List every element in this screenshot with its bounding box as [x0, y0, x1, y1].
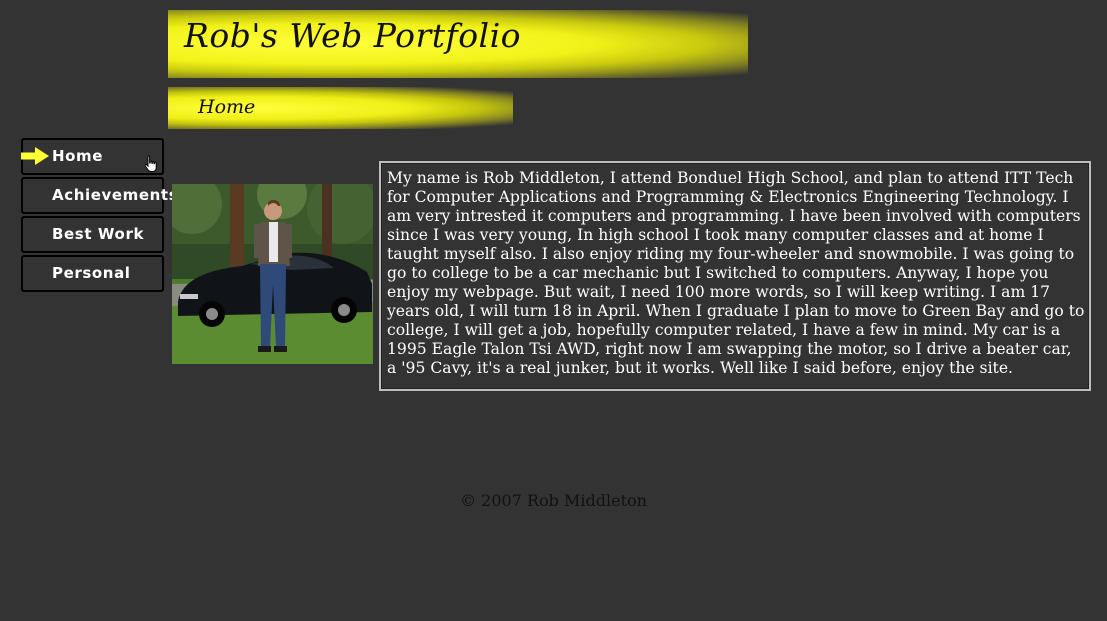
page-heading: Home — [198, 96, 256, 118]
copyright-footer: © 2007 Rob Middleton — [460, 491, 647, 510]
bio-box: My name is Rob Middleton, I attend Bondu… — [379, 161, 1091, 391]
nav-item-personal[interactable]: Personal — [21, 255, 164, 292]
page-heading-banner: Home — [168, 87, 513, 129]
nav-item-label: Achievements — [52, 186, 179, 204]
main-nav: Home Achievements Best Work Personal — [21, 138, 178, 294]
nav-item-best-work[interactable]: Best Work — [21, 216, 164, 253]
site-title: Rob's Web Portfolio — [184, 16, 522, 55]
profile-photo — [172, 184, 373, 364]
bio-text: My name is Rob Middleton, I attend Bondu… — [387, 169, 1085, 377]
nav-item-label: Home — [52, 147, 104, 165]
nav-item-label: Best Work — [52, 225, 145, 243]
nav-item-home[interactable]: Home — [21, 138, 164, 175]
hand-pointer-icon — [144, 155, 157, 172]
nav-item-achievements[interactable]: Achievements — [21, 177, 178, 214]
nav-item-label: Personal — [52, 264, 131, 282]
site-banner: Rob's Web Portfolio — [168, 10, 748, 78]
arrow-right-icon — [21, 147, 49, 165]
